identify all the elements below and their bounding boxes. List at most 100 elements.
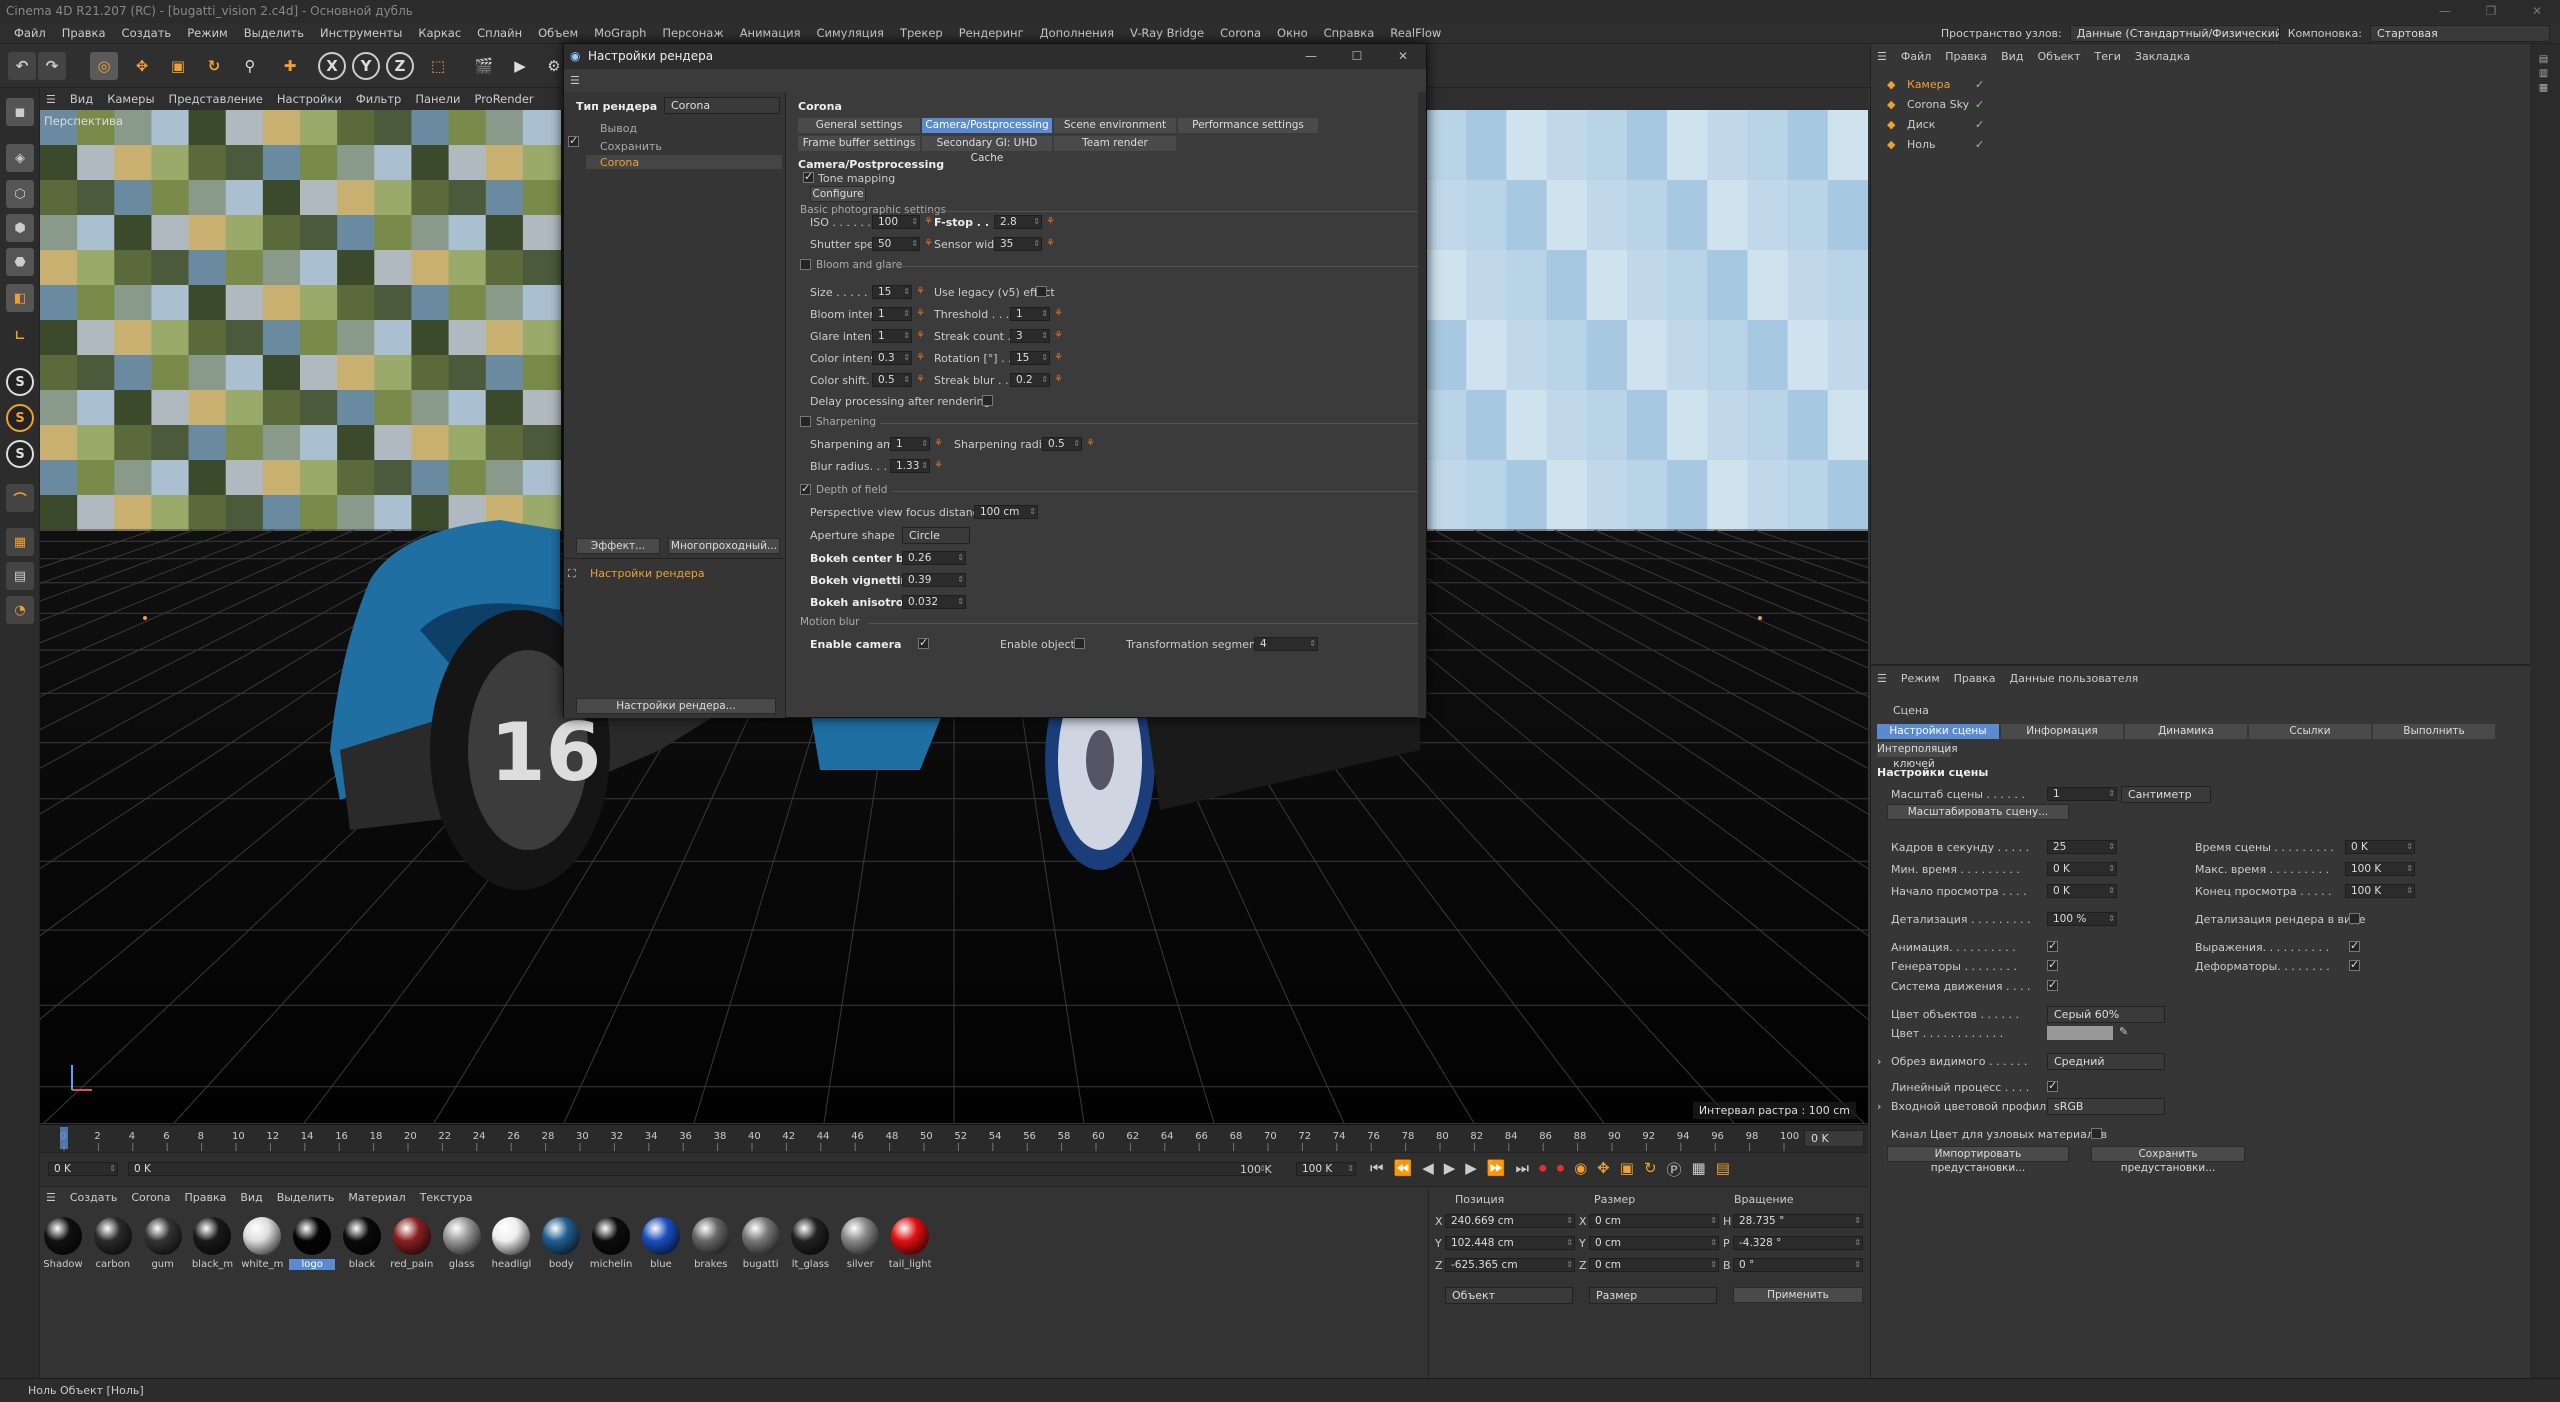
dialog-menu-icon[interactable]: ☰ [570, 74, 580, 87]
sensor-key-icon[interactable]: ⚘ [1046, 238, 1055, 249]
object-color-select[interactable]: Серый 60% [2047, 1006, 2165, 1023]
material-name[interactable]: white_m [239, 1259, 285, 1270]
prev-frame-icon[interactable]: ◀ [1422, 1159, 1434, 1180]
render-settings-button[interactable]: Настройки рендера... [576, 698, 776, 714]
preview-end-field[interactable]: 100 K [2345, 884, 2415, 898]
menu-item[interactable]: Правка [54, 26, 114, 40]
material-thumbnail[interactable] [592, 1217, 631, 1255]
linear-workflow-checkbox[interactable] [2047, 1079, 2058, 1092]
material-name[interactable]: body [538, 1259, 584, 1270]
material-name[interactable]: silver [837, 1259, 883, 1270]
animation-checkbox[interactable] [2047, 939, 2058, 952]
viewport-menu-item[interactable]: Настройки [277, 92, 342, 106]
expressions-checkbox[interactable] [2349, 939, 2360, 952]
menu-item[interactable]: Рендеринг [951, 26, 1032, 40]
coordinate-system-icon[interactable]: ⬚ [424, 52, 452, 80]
material-name[interactable]: Shadow [40, 1259, 86, 1270]
attribute-menu-item[interactable]: Данные пользователя [2010, 672, 2139, 685]
object-visibility-icon[interactable]: ✓ [1975, 78, 1984, 91]
key-param-icon[interactable]: Ⓟ [1667, 1159, 1682, 1180]
rotation-b-field[interactable]: 0 ° [1733, 1258, 1863, 1272]
scene-time-field[interactable]: 0 K [2345, 840, 2415, 854]
menu-item[interactable]: Режим [179, 26, 236, 40]
close-icon[interactable]: ✕ [2514, 0, 2560, 23]
menu-item[interactable]: Справка [1316, 26, 1383, 40]
material-name[interactable]: red_pain [389, 1259, 435, 1270]
tab-general-settings[interactable]: General settings [798, 118, 920, 133]
bokeh-center-bias-field[interactable]: 0.26 [902, 551, 966, 565]
object-menu-item[interactable]: Вид [2001, 50, 2023, 63]
bloom-key-icon[interactable]: ⚘ [916, 308, 925, 319]
menu-item[interactable]: Выделить [236, 26, 312, 40]
render-picture-viewer-icon[interactable]: ▶ [506, 52, 534, 80]
tab-frame-buffer[interactable]: Frame buffer settings [798, 136, 920, 151]
material-menu-icon[interactable]: ☰ [46, 1191, 56, 1204]
sharpening-checkbox[interactable] [800, 416, 811, 427]
key-scale-icon[interactable]: ▣ [1620, 1159, 1634, 1180]
x-axis-lock-icon[interactable]: X [318, 52, 346, 80]
material-name[interactable]: bugatti [738, 1259, 784, 1270]
attribute-tab[interactable]: Ссылки [2249, 724, 2371, 739]
enable-camera-checkbox[interactable] [918, 636, 929, 649]
delay-processing-checkbox[interactable] [982, 395, 993, 406]
material-name[interactable]: headligl [488, 1259, 534, 1270]
shutter-key-icon[interactable]: ⚘ [924, 238, 933, 249]
import-presets-button[interactable]: Импортировать предустановки... [1887, 1146, 2069, 1174]
redo-icon[interactable]: ↷ [38, 52, 66, 80]
snap-quantize-icon[interactable]: S [6, 440, 34, 468]
legacy-effect-checkbox[interactable] [1036, 286, 1047, 297]
menu-item[interactable]: Файл [6, 26, 54, 40]
tab-team-render[interactable]: Team render [1054, 136, 1176, 151]
material-thumbnail[interactable] [492, 1217, 531, 1255]
menu-item[interactable]: Персонаж [654, 26, 731, 40]
menu-item[interactable]: Создать [114, 26, 180, 40]
attribute-menu-item[interactable]: Режим [1901, 672, 1940, 685]
material-name[interactable]: blue [638, 1259, 684, 1270]
attribute-tab[interactable]: Выполнить [2373, 724, 2495, 739]
rotate-tool-icon[interactable]: ↻ [200, 52, 228, 80]
material-thumbnail[interactable] [791, 1217, 830, 1255]
glare-intensity-field[interactable]: 1 [872, 329, 912, 343]
material-name[interactable]: black [339, 1259, 385, 1270]
material-name[interactable]: carbon [90, 1259, 136, 1270]
polygons-mode-icon[interactable]: ⬣ [6, 248, 34, 276]
record-icon[interactable]: ⏺ [1539, 1159, 1547, 1180]
attribute-tab[interactable]: Информация [2001, 724, 2123, 739]
axis-mode-icon[interactable]: ∟ [6, 322, 34, 350]
timeline-playhead[interactable] [60, 1127, 68, 1149]
tab-key-interpolation[interactable]: Интерполяция ключей [1877, 742, 1958, 770]
timeline-ruler[interactable]: 0246810121416182022242628303234363840424… [40, 1124, 1868, 1152]
dialog-maximize-icon[interactable]: ☐ [1334, 44, 1380, 69]
material-thumbnail[interactable] [891, 1217, 930, 1255]
deformers-checkbox[interactable] [2349, 958, 2360, 971]
configure-button[interactable]: Configure [810, 186, 866, 202]
size-z-field[interactable]: 0 cm [1589, 1258, 1719, 1272]
soft-selection-icon[interactable]: ◔ [6, 596, 34, 624]
material-thumbnail[interactable] [193, 1217, 232, 1255]
expand-arrow-2-icon[interactable]: › [1877, 1100, 1881, 1113]
scale-scene-button[interactable]: Масштабировать сцену... [1887, 804, 2069, 820]
material-name[interactable]: brakes [688, 1259, 734, 1270]
motion-system-checkbox[interactable] [2047, 978, 2058, 991]
color-intensity-field[interactable]: 0.3 [872, 351, 912, 365]
position-x-field[interactable]: 240.669 cm [1445, 1214, 1575, 1228]
size-field[interactable]: 15 [872, 285, 912, 299]
tree-item-output[interactable]: Вывод [600, 122, 637, 135]
viewport-menu-icon[interactable]: ☰ [46, 93, 56, 106]
scale-tool-icon[interactable]: ▣ [164, 52, 192, 80]
object-menu-item[interactable]: Теги [2095, 50, 2121, 63]
material-menu-item[interactable]: Правка [185, 1191, 227, 1204]
z-axis-lock-icon[interactable]: Z [386, 52, 414, 80]
menu-item[interactable]: Симуляция [809, 26, 892, 40]
move-tool-icon[interactable]: ✥ [128, 52, 156, 80]
size-mode-select[interactable]: Размер [1589, 1287, 1717, 1304]
streak-blur-key-icon[interactable]: ⚘ [1054, 374, 1063, 385]
color-swatch[interactable] [2047, 1026, 2113, 1040]
attribute-tab[interactable]: Динамика [2125, 724, 2247, 739]
sharpening-amount-key-icon[interactable]: ⚘ [934, 438, 943, 449]
select-tool-icon[interactable]: ◎ [90, 52, 118, 80]
shutter-speed-field[interactable]: 50 [872, 237, 920, 251]
material-menu-item[interactable]: Текстура [420, 1191, 473, 1204]
material-thumbnail[interactable] [44, 1217, 82, 1255]
material-thumbnail[interactable] [392, 1217, 431, 1255]
